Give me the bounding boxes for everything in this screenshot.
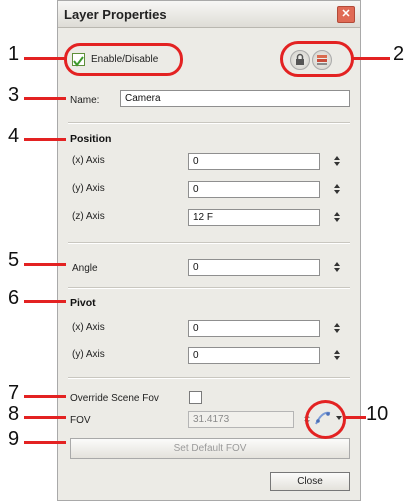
close-icon[interactable]: ✕: [337, 6, 355, 23]
callout-9: 9: [8, 428, 20, 450]
spinner-icon[interactable]: [334, 262, 340, 273]
pivot-x-field[interactable]: 0: [188, 320, 320, 337]
callout-line-10: [344, 416, 366, 419]
separator: [68, 377, 350, 379]
position-x-field[interactable]: 0: [188, 153, 320, 170]
callout-2: 2: [393, 43, 405, 65]
spinner-icon[interactable]: [334, 212, 340, 223]
callout-10: 10: [366, 403, 389, 425]
callout-line-5: [24, 263, 66, 266]
callout-ring-icons: [280, 41, 354, 77]
callout-1: 1: [8, 43, 20, 65]
angle-label: Angle: [72, 263, 98, 274]
callout-line-6: [24, 300, 66, 303]
callout-line-9: [24, 441, 66, 444]
title-bar: Layer Properties ✕: [58, 1, 360, 28]
callout-7: 7: [8, 382, 20, 404]
callout-ring-enable: [64, 43, 183, 76]
callout-line-8: [24, 416, 66, 419]
window-title: Layer Properties: [64, 7, 167, 22]
position-y-field[interactable]: 0: [188, 181, 320, 198]
callout-4: 4: [8, 125, 20, 147]
callout-line-4: [24, 138, 66, 141]
pivot-header: Pivot: [70, 297, 96, 309]
set-default-fov-button[interactable]: Set Default FOV: [70, 438, 350, 459]
name-field[interactable]: Camera: [120, 90, 350, 107]
pivot-y-label: (y) Axis: [72, 349, 105, 360]
spinner-icon[interactable]: [334, 323, 340, 334]
spinner-icon[interactable]: [334, 350, 340, 361]
callout-line-1: [24, 57, 66, 60]
callout-8: 8: [8, 403, 20, 425]
override-fov-checkbox[interactable]: [189, 391, 202, 404]
position-z-field[interactable]: 12 F: [188, 209, 320, 226]
separator: [68, 242, 350, 244]
position-x-label: (x) Axis: [72, 155, 105, 166]
position-header: Position: [70, 133, 112, 145]
callout-3: 3: [8, 84, 20, 106]
spinner-icon[interactable]: [334, 184, 340, 195]
callout-line-2: [352, 57, 390, 60]
callout-line-7: [24, 395, 66, 398]
callout-ring-fov-function: [305, 400, 346, 439]
callout-5: 5: [8, 249, 20, 271]
callout-6: 6: [8, 287, 20, 309]
position-z-label: (z) Axis: [72, 211, 105, 222]
name-label: Name:: [70, 95, 100, 106]
separator: [68, 122, 350, 124]
separator: [68, 287, 350, 289]
spinner-icon[interactable]: [334, 156, 340, 167]
pivot-x-label: (x) Axis: [72, 322, 105, 333]
callout-line-3: [24, 97, 66, 100]
position-y-label: (y) Axis: [72, 183, 105, 194]
override-fov-label: Override Scene Fov: [70, 393, 159, 404]
pivot-y-field[interactable]: 0: [188, 347, 320, 364]
fov-field[interactable]: 31.4173: [188, 411, 294, 428]
close-button[interactable]: Close: [270, 472, 350, 491]
angle-field[interactable]: 0: [188, 259, 320, 276]
fov-label: FOV: [70, 415, 91, 426]
